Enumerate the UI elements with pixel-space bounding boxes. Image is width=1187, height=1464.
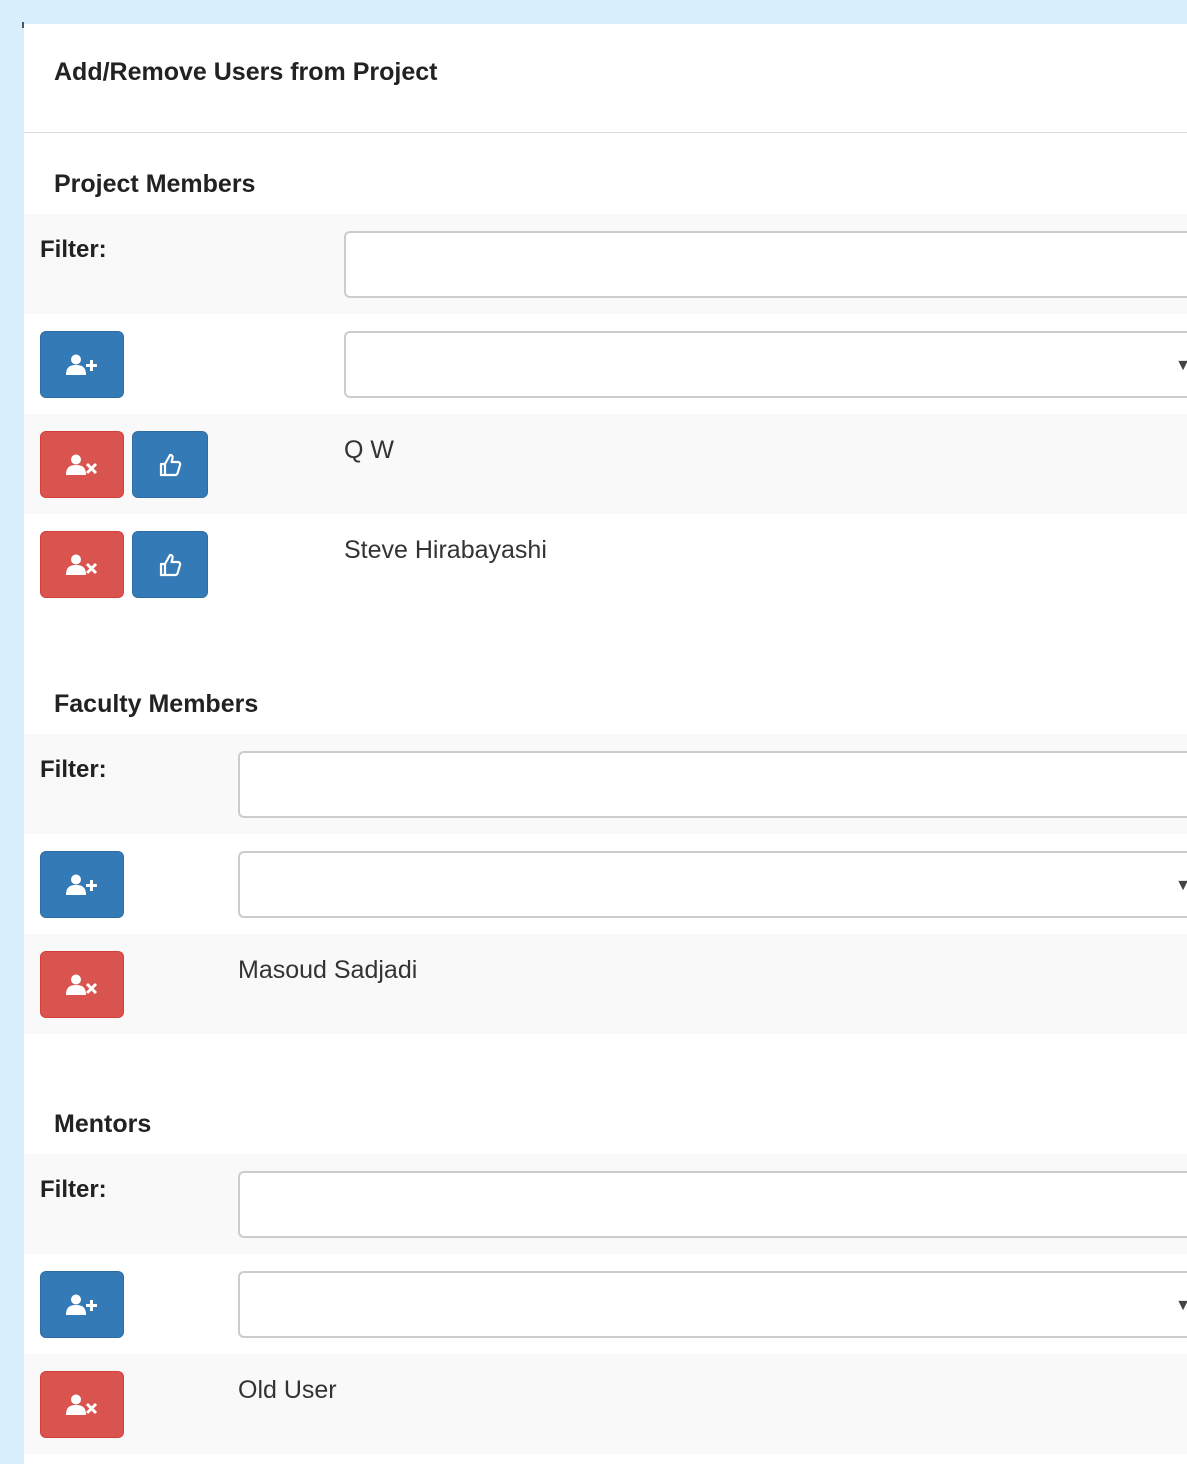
member-name: Masoud Sadjadi — [238, 956, 418, 984]
faculty-members-add-row: ▼ — [24, 834, 1187, 934]
filter-label: Filter: — [40, 1176, 107, 1203]
faculty-members-filter-row: Filter: — [24, 734, 1187, 834]
filter-label: Filter: — [40, 236, 107, 263]
user-times-icon — [66, 554, 98, 575]
project-members-add-row: ▼ — [24, 314, 1187, 414]
user-plus-icon — [66, 1294, 97, 1315]
user-times-icon — [66, 1394, 98, 1415]
remove-member-button[interactable] — [40, 951, 124, 1018]
section-title-project-members: Project Members — [54, 170, 256, 198]
list-item: Old User — [24, 1354, 1187, 1454]
add-mentor-button[interactable] — [40, 1271, 124, 1338]
mentors-filter-row: Filter: — [24, 1154, 1187, 1254]
faculty-members-filter-input[interactable] — [238, 751, 1187, 818]
filter-label: Filter: — [40, 756, 107, 783]
member-name: Steve Hirabayashi — [344, 536, 547, 564]
remove-member-button[interactable] — [40, 431, 124, 498]
member-name: Old User — [238, 1376, 337, 1404]
user-times-icon — [66, 974, 98, 995]
approve-member-button[interactable] — [132, 531, 208, 598]
panel-header: Add/Remove Users from Project — [24, 24, 1187, 133]
list-item: Masoud Sadjadi — [24, 934, 1187, 1034]
project-members-select[interactable]: ▼ — [344, 331, 1187, 398]
project-members-filter-input[interactable] — [344, 231, 1187, 298]
mentors-add-row: ▼ — [24, 1254, 1187, 1354]
caret-down-icon: ▼ — [1175, 877, 1187, 894]
faculty-members-select[interactable]: ▼ — [238, 851, 1187, 918]
mentors-filter-input[interactable] — [238, 1171, 1187, 1238]
member-name: Q W — [344, 436, 394, 464]
panel-title: Add/Remove Users from Project — [54, 57, 438, 86]
remove-member-button[interactable] — [40, 531, 124, 598]
list-item: Q W — [24, 414, 1187, 514]
caret-down-icon: ▼ — [1175, 1297, 1187, 1314]
user-plus-icon — [66, 354, 97, 375]
section-title-mentors: Mentors — [54, 1110, 152, 1138]
remove-member-button[interactable] — [40, 1371, 124, 1438]
approve-member-button[interactable] — [132, 431, 208, 498]
mentors-select[interactable]: ▼ — [238, 1271, 1187, 1338]
user-plus-icon — [66, 874, 97, 895]
thumbs-up-icon — [159, 453, 182, 476]
list-item: Steve Hirabayashi — [24, 514, 1187, 614]
user-times-icon — [66, 454, 98, 475]
add-faculty-member-button[interactable] — [40, 851, 124, 918]
project-members-filter-row: Filter: — [24, 214, 1187, 314]
users-panel: Add/Remove Users from Project Project Me… — [24, 24, 1187, 1464]
add-project-member-button[interactable] — [40, 331, 124, 398]
caret-down-icon: ▼ — [1175, 357, 1187, 374]
thumbs-up-icon — [159, 553, 182, 576]
section-title-faculty-members: Faculty Members — [54, 690, 259, 718]
